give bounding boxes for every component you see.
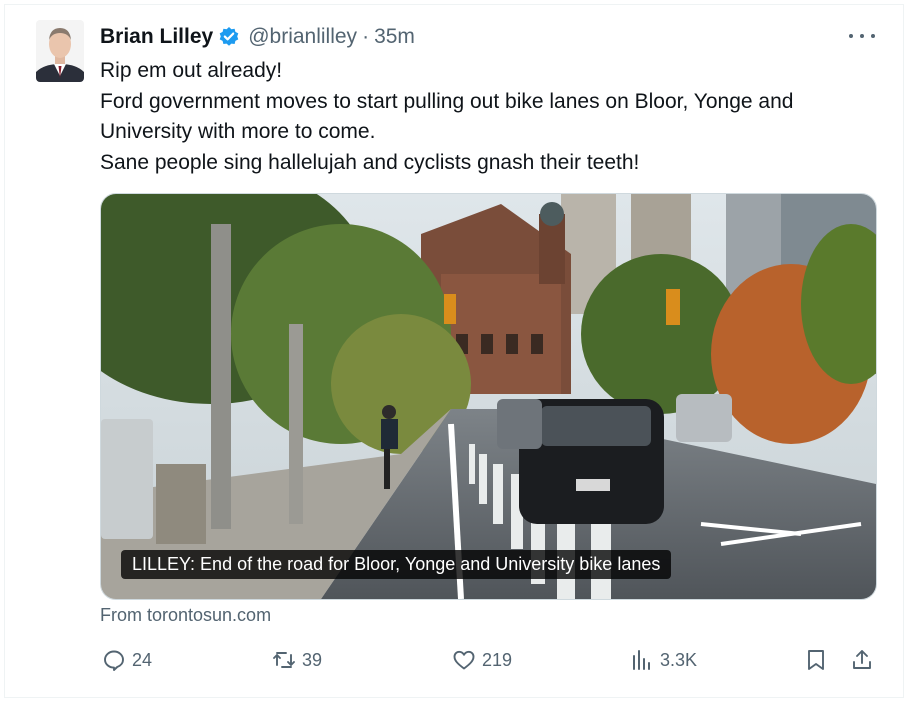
reply-count: 24	[132, 649, 153, 670]
views-button[interactable]: 3.3K	[630, 648, 697, 672]
bookmark-icon	[808, 650, 824, 670]
tweet-time[interactable]: 35m	[374, 25, 415, 49]
repost-button[interactable]: 39	[272, 648, 322, 672]
action-bar: 24 39 219 3.3K	[100, 648, 880, 678]
views-icon	[633, 650, 650, 670]
reply-button[interactable]: 24	[102, 648, 152, 672]
more-icon[interactable]	[849, 26, 875, 46]
verified-badge-icon[interactable]	[218, 26, 240, 48]
bookmark-button[interactable]	[804, 648, 828, 672]
author-name[interactable]: Brian Lilley	[100, 25, 213, 49]
like-button[interactable]: 219	[452, 648, 512, 672]
like-icon	[453, 650, 475, 670]
time-separator: ·	[362, 25, 370, 48]
tweet-text-line: University with more to come.	[100, 120, 376, 143]
link-caption[interactable]: LILLEY: End of the road for Bloor, Yonge…	[121, 550, 672, 579]
tweet-text: Rip em out already! Ford government move…	[100, 56, 880, 178]
views-count: 3.3K	[660, 649, 698, 670]
share-icon	[853, 650, 871, 669]
like-count: 219	[482, 649, 513, 670]
tweet-text-line: Sane people sing hallelujah and cyclists…	[100, 150, 640, 174]
link-card[interactable]	[100, 193, 877, 600]
avatar[interactable]	[36, 20, 84, 82]
tweet-header: Brian Lilley @brianlilley · 35m	[100, 22, 415, 52]
repost-count: 39	[302, 649, 323, 670]
reply-icon	[104, 650, 124, 671]
tweet-text-line: Ford government moves to start pulling o…	[100, 89, 794, 113]
street-photo	[101, 194, 876, 599]
repost-icon	[273, 652, 295, 668]
share-button[interactable]	[850, 648, 874, 672]
author-handle[interactable]: @brianlilley	[248, 25, 357, 49]
link-source[interactable]: From torontosun.com	[100, 605, 271, 626]
tweet-text-line: Rip em out already!	[100, 59, 283, 82]
